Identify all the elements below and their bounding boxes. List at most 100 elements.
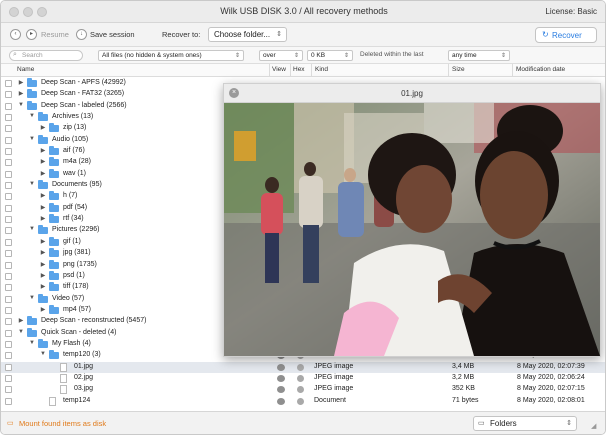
row-checkbox[interactable] xyxy=(5,159,12,167)
column-modification-date[interactable]: Modification date xyxy=(516,66,565,73)
disclosure-collapsed-icon[interactable]: ▶ xyxy=(17,317,25,324)
disclosure-expanded-icon[interactable]: ▼ xyxy=(17,329,25,335)
disclosure-collapsed-icon[interactable]: ▶ xyxy=(39,215,47,222)
size-value-select[interactable]: 0 KB ⇕ xyxy=(307,50,353,61)
view-eye-icon[interactable] xyxy=(277,374,285,382)
row-checkbox[interactable] xyxy=(5,250,12,258)
view-eye-icon[interactable] xyxy=(277,386,285,394)
updown-caret-icon: ⇕ xyxy=(234,53,240,59)
resume-button[interactable]: Resume xyxy=(41,30,69,39)
row-checkbox[interactable] xyxy=(5,136,12,144)
row-checkbox[interactable] xyxy=(5,352,12,360)
save-session-button[interactable]: Save session xyxy=(90,30,135,39)
row-checkbox[interactable] xyxy=(5,238,12,246)
choose-folder-select[interactable]: Choose folder... ⇕ xyxy=(208,27,287,42)
disclosure-collapsed-icon[interactable]: ▶ xyxy=(39,306,47,313)
row-checkbox[interactable] xyxy=(5,80,12,87)
column-divider[interactable] xyxy=(448,64,449,77)
disclosure-collapsed-icon[interactable]: ▶ xyxy=(39,261,47,268)
disclosure-collapsed-icon[interactable]: ▶ xyxy=(39,170,47,177)
row-checkbox[interactable] xyxy=(5,340,12,348)
disclosure-collapsed-icon[interactable]: ▶ xyxy=(39,124,47,131)
search-input[interactable]: ⌕ Search xyxy=(9,50,83,61)
column-size[interactable]: Size xyxy=(452,66,465,73)
column-divider[interactable] xyxy=(290,64,291,77)
disclosure-collapsed-icon[interactable]: ▶ xyxy=(39,204,47,211)
column-hex[interactable]: Hex xyxy=(293,66,305,73)
disclosure-collapsed-icon[interactable]: ▶ xyxy=(39,192,47,199)
row-checkbox[interactable] xyxy=(5,204,12,212)
row-checkbox[interactable] xyxy=(5,216,12,224)
row-checkbox[interactable] xyxy=(5,397,12,405)
row-checkbox[interactable] xyxy=(5,125,12,133)
disclosure-collapsed-icon[interactable]: ▶ xyxy=(39,272,47,279)
column-kind[interactable]: Kind xyxy=(315,66,328,73)
row-checkbox[interactable] xyxy=(5,272,12,280)
row-checkbox[interactable] xyxy=(5,306,12,314)
column-name[interactable]: Name xyxy=(17,66,34,73)
view-eye-icon[interactable] xyxy=(277,397,285,405)
row-label: zip (13) xyxy=(63,124,87,132)
tree-row[interactable]: 02.jpg JPEG image 3,2 MB 8 May 2020, 02:06:… xyxy=(1,373,605,384)
disclosure-collapsed-icon[interactable]: ▶ xyxy=(17,90,25,97)
jpeg-file-icon xyxy=(60,385,67,395)
disclosure-expanded-icon[interactable]: ▼ xyxy=(28,340,36,346)
disclosure-collapsed-icon[interactable]: ▶ xyxy=(39,158,47,165)
row-checkbox[interactable] xyxy=(5,261,12,269)
jpeg-file-icon xyxy=(60,362,67,372)
tree-row[interactable]: 01.jpg JPEG image 3,4 MB 8 May 2020, 02:07:… xyxy=(1,361,605,373)
hex-view-icon[interactable] xyxy=(297,386,304,394)
mount-as-disk-button[interactable]: ▭ Mount found items as disk xyxy=(7,419,106,428)
row-label: Deep Scan - reconstructed (5457) xyxy=(41,317,147,325)
view-mode-select[interactable]: ▭ Folders ⇕ xyxy=(473,416,577,431)
row-checkbox[interactable] xyxy=(5,148,12,156)
disclosure-collapsed-icon[interactable]: ▶ xyxy=(39,283,47,290)
column-divider[interactable] xyxy=(269,64,270,77)
view-eye-icon[interactable] xyxy=(277,363,285,371)
row-checkbox[interactable] xyxy=(5,363,12,371)
disclosure-expanded-icon[interactable]: ▼ xyxy=(39,351,47,357)
tree-row[interactable]: temp124 Document 71 bytes 8 May 2020, 02:08… xyxy=(1,396,605,407)
row-checkbox[interactable] xyxy=(5,295,12,303)
row-checkbox[interactable] xyxy=(5,182,12,190)
disclosure-expanded-icon[interactable]: ▼ xyxy=(28,295,36,301)
disclosure-collapsed-icon[interactable]: ▶ xyxy=(39,238,47,245)
recover-button[interactable]: ↻ Recover xyxy=(535,27,597,43)
column-view[interactable]: View xyxy=(272,66,286,73)
row-checkbox[interactable] xyxy=(5,374,12,382)
column-divider[interactable] xyxy=(512,64,513,77)
file-filter-select[interactable]: All files (no hidden & system ones) ⇕ xyxy=(98,50,244,61)
disclosure-collapsed-icon[interactable]: ▶ xyxy=(17,79,25,86)
hex-view-icon[interactable] xyxy=(297,363,304,371)
row-checkbox[interactable] xyxy=(5,318,12,326)
row-checkbox[interactable] xyxy=(5,114,12,122)
disclosure-expanded-icon[interactable]: ▼ xyxy=(28,181,36,187)
folder-icon xyxy=(27,89,37,99)
disclosure-expanded-icon[interactable]: ▼ xyxy=(28,136,36,142)
row-checkbox[interactable] xyxy=(5,91,12,99)
disclosure-expanded-icon[interactable]: ▼ xyxy=(28,226,36,232)
disclosure-expanded-icon[interactable]: ▼ xyxy=(28,113,36,119)
row-checkbox[interactable] xyxy=(5,170,12,178)
play-icon[interactable]: ▸ xyxy=(26,29,37,40)
row-checkbox[interactable] xyxy=(5,102,12,110)
row-checkbox[interactable] xyxy=(5,329,12,337)
hex-view-icon[interactable] xyxy=(297,374,304,382)
column-divider[interactable] xyxy=(311,64,312,77)
hex-view-icon[interactable] xyxy=(297,397,304,405)
disclosure-collapsed-icon[interactable]: ▶ xyxy=(39,249,47,256)
time-filter-select[interactable]: any time ⇕ xyxy=(448,50,510,61)
size-operator-select[interactable]: over ⇕ xyxy=(259,50,303,61)
disclosure-expanded-icon[interactable]: ▼ xyxy=(17,102,25,108)
row-label: h (7) xyxy=(63,192,78,200)
row-checkbox[interactable] xyxy=(5,284,12,292)
disclosure-collapsed-icon[interactable]: ▶ xyxy=(39,147,47,154)
tree-row[interactable]: 03.jpg JPEG image 352 KB 8 May 2020, 02:07:… xyxy=(1,384,605,395)
row-checkbox[interactable] xyxy=(5,193,12,201)
row-checkbox[interactable] xyxy=(5,386,12,394)
row-label: 01.jpg xyxy=(74,362,94,370)
save-session-icon[interactable]: ↓ xyxy=(76,29,87,40)
row-checkbox[interactable] xyxy=(5,227,12,235)
resize-grip-icon[interactable]: ◢ xyxy=(591,422,601,432)
back-icon[interactable]: ‹ xyxy=(10,29,21,40)
